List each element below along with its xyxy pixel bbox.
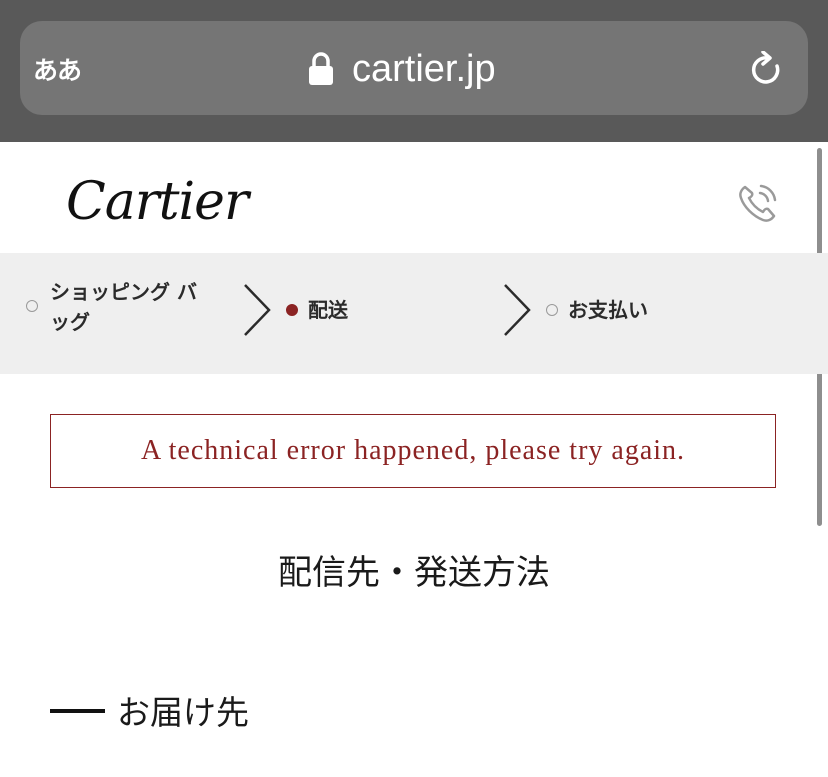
step-label-line: ッグ <box>50 310 90 334</box>
url-text: cartier.jp <box>352 47 496 90</box>
checkout-steps: ショッピング バ ッグ 配送 お支払い <box>0 253 828 374</box>
phone-icon[interactable] <box>736 181 780 225</box>
text-size-button[interactable]: ああ <box>33 51 82 87</box>
url-display[interactable]: cartier.jp <box>308 47 496 91</box>
step-payment[interactable]: お支払い <box>568 295 648 325</box>
step-indicator-delivery <box>286 304 298 316</box>
step-indicator-payment <box>546 304 558 316</box>
error-alert: A technical error happened, please try a… <box>50 414 776 488</box>
cartier-logo[interactable]: Cartier <box>66 172 249 232</box>
lock-icon <box>309 52 333 85</box>
delivery-address-heading[interactable]: お届け先 <box>117 686 249 734</box>
step-shopping-bag[interactable]: ショッピング バ ッグ <box>50 277 197 337</box>
error-message: A technical error happened, please try a… <box>140 435 686 466</box>
chevron-right-icon <box>504 284 531 336</box>
page-title: 配信先・発送方法 <box>278 553 550 593</box>
chevron-right-icon <box>244 284 271 336</box>
section-divider <box>50 709 105 713</box>
browser-toolbar: ああ cartier.jp <box>0 0 828 142</box>
step-label-line: ショッピング バ <box>50 280 197 304</box>
address-bar[interactable]: ああ cartier.jp <box>20 21 808 115</box>
step-indicator-shopping-bag <box>26 300 38 312</box>
step-delivery[interactable]: 配送 <box>308 295 348 325</box>
reload-icon[interactable] <box>750 51 784 89</box>
